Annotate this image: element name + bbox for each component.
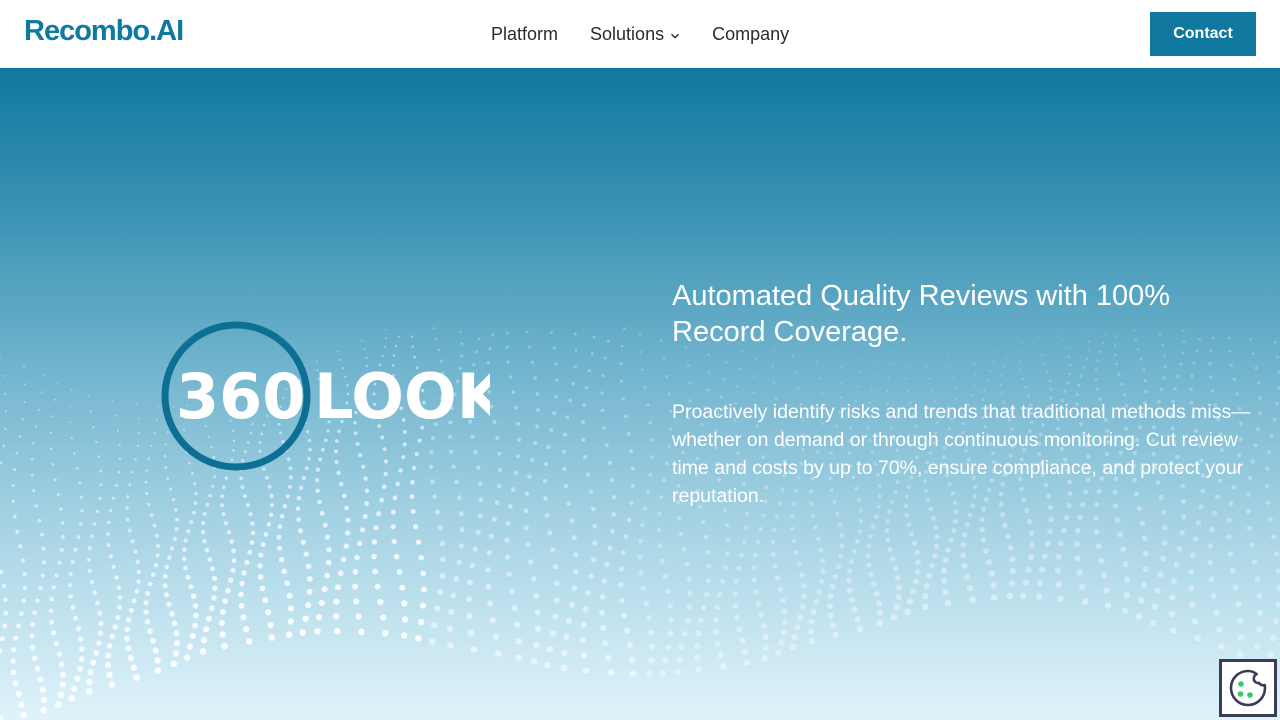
nav-item-label: Company — [712, 24, 790, 44]
nav-item-company[interactable]: Company — [712, 23, 789, 45]
nav-item-label: Platform — [491, 24, 559, 44]
hero-headline: Automated Quality Reviews with 100% Reco… — [672, 280, 1171, 348]
cookie-icon — [1229, 669, 1267, 707]
cookie-settings-button[interactable] — [1219, 659, 1277, 717]
nav-item-platform[interactable]: Platform — [491, 23, 558, 45]
logo-word: LOOK — [314, 360, 490, 433]
nav-item-solutions[interactable]: Solutions — [590, 23, 680, 45]
nav-item-label: Solutions — [590, 24, 665, 44]
product-logo-360look: 360 LOOK — [160, 320, 507, 472]
main-nav: Platform Solutions Company — [491, 23, 789, 45]
chevron-down-icon — [670, 23, 680, 45]
logo-number: 360 — [176, 360, 305, 433]
site-header: Recombo.AI Platform Solutions Company Co… — [0, 0, 1280, 68]
hero-section: 360 LOOK Automated Quality Reviews with … — [0, 68, 1280, 720]
contact-button[interactable]: Contact — [1150, 12, 1256, 56]
site-logo[interactable]: Recombo.AI — [24, 15, 184, 48]
hero-description: Proactively identify risks and trends th… — [672, 401, 1251, 507]
